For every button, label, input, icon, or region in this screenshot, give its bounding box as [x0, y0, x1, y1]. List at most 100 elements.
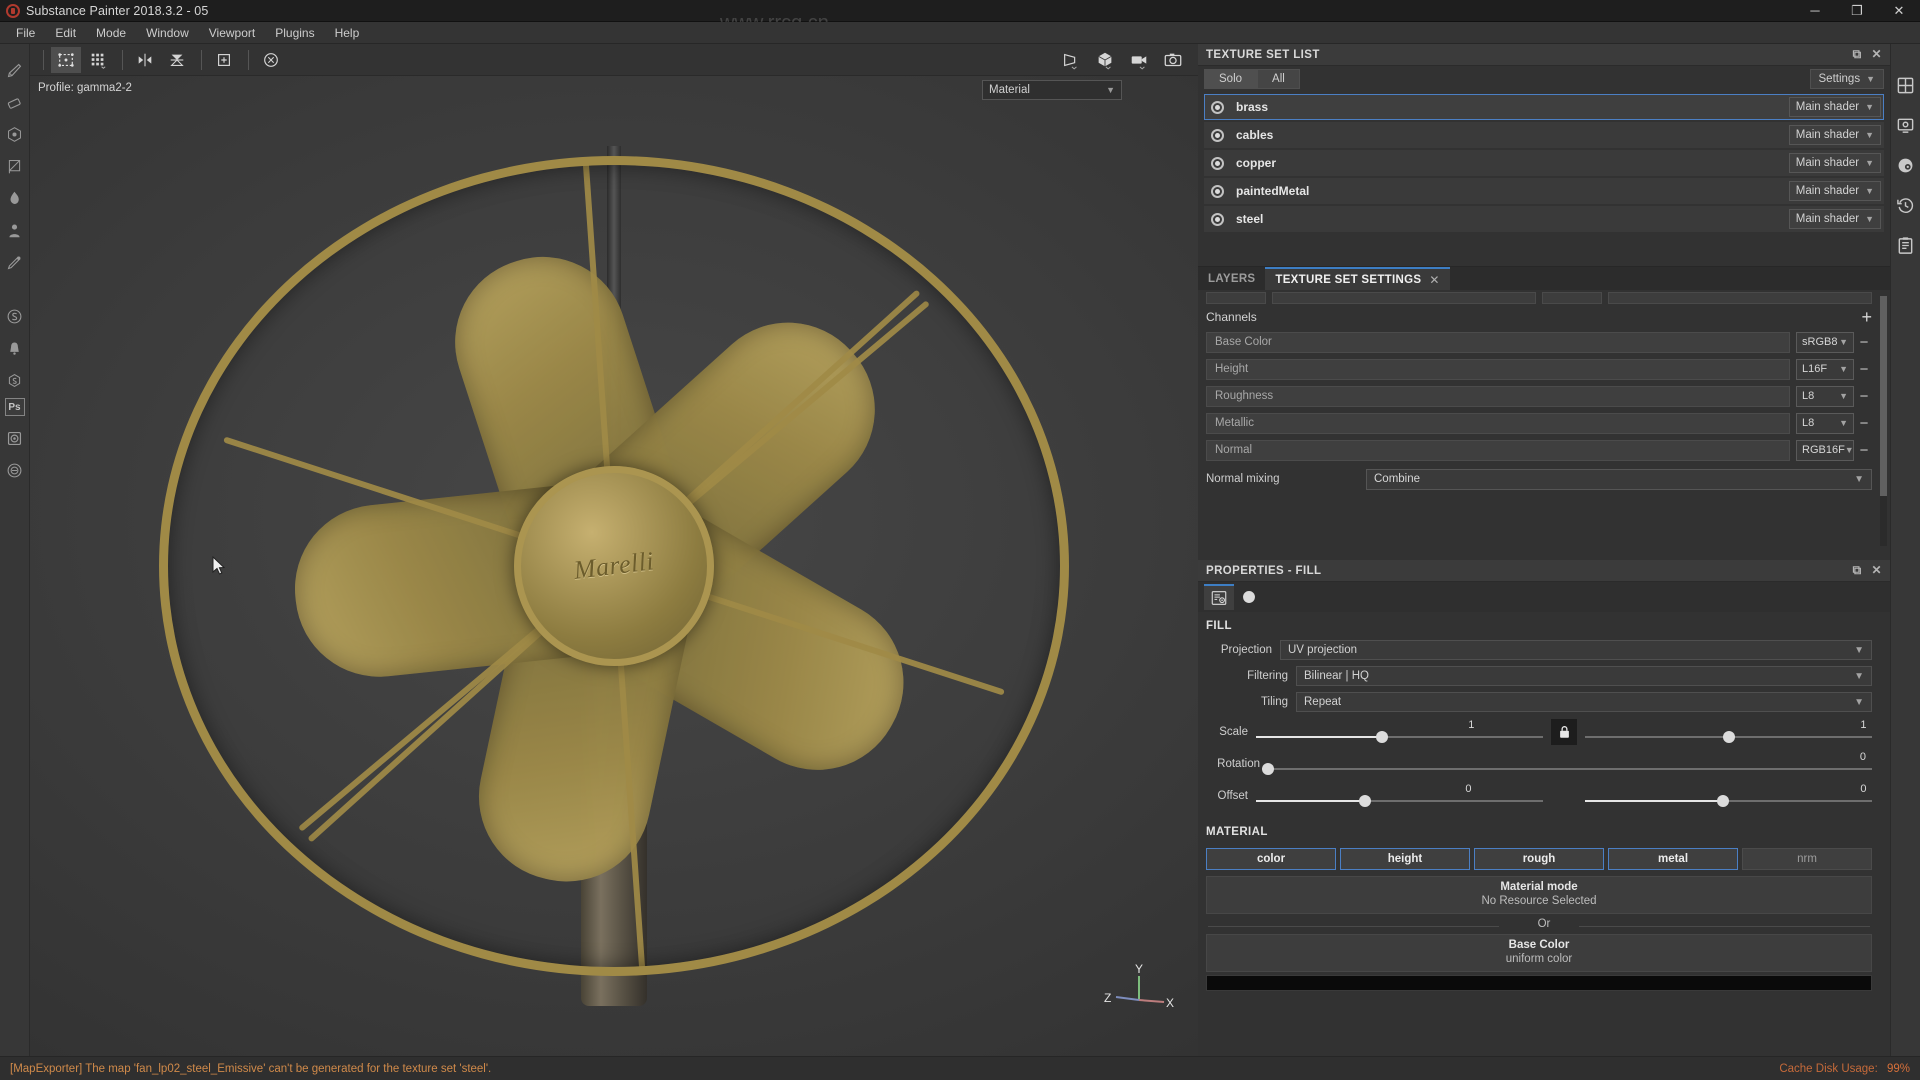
- table-row[interactable]: copper Main shader ▼: [1204, 150, 1884, 176]
- scale-lock-button[interactable]: [1551, 719, 1577, 745]
- table-row[interactable]: brass Main shader ▼: [1204, 94, 1884, 120]
- texture-set-settings-dropdown[interactable]: Settings ▼: [1809, 69, 1884, 89]
- chip-color[interactable]: color: [1206, 848, 1336, 870]
- remove-channel-button[interactable]: −: [1854, 361, 1874, 378]
- material-mode-dropzone[interactable]: Material mode No Resource Selected: [1206, 876, 1872, 914]
- maximize-button[interactable]: ❐: [1836, 0, 1878, 22]
- table-row[interactable]: paintedMetal Main shader ▼: [1204, 178, 1884, 204]
- normal-mixing-dropdown[interactable]: Combine ▼: [1366, 468, 1872, 490]
- chip-nrm[interactable]: nrm: [1742, 848, 1872, 870]
- size-field-clipped[interactable]: [1272, 292, 1536, 304]
- material-grid-toggle[interactable]: [83, 47, 113, 73]
- channel-format-dropdown[interactable]: L8 ▼: [1796, 385, 1854, 407]
- channel-name[interactable]: Roughness: [1206, 385, 1790, 407]
- size-lock-clipped[interactable]: [1542, 292, 1602, 304]
- notification-bell-icon[interactable]: [2, 334, 28, 362]
- camera-rotation-icon[interactable]: [1124, 47, 1154, 73]
- scale-slider-v[interactable]: 1: [1585, 719, 1872, 745]
- menu-file[interactable]: File: [6, 23, 45, 43]
- float-panel-icon[interactable]: ⧉: [1853, 47, 1862, 62]
- camera-focus-button[interactable]: [209, 47, 239, 73]
- chip-height[interactable]: height: [1340, 848, 1470, 870]
- table-row[interactable]: steel Main shader ▼: [1204, 206, 1884, 232]
- tab-texture-set-settings[interactable]: TEXTURE SET SETTINGS ✕: [1265, 267, 1450, 290]
- slider-knob[interactable]: [1359, 795, 1372, 807]
- remove-channel-button[interactable]: −: [1854, 415, 1874, 432]
- close-icon[interactable]: ✕: [1872, 563, 1882, 578]
- size-field2-clipped[interactable]: [1608, 292, 1872, 304]
- menu-help[interactable]: Help: [325, 23, 370, 43]
- scale-slider-u[interactable]: 1: [1256, 719, 1543, 745]
- log-panel-icon[interactable]: [1894, 230, 1918, 260]
- shelf-panel-icon[interactable]: [1894, 70, 1918, 100]
- slider-knob[interactable]: [1722, 731, 1735, 743]
- paint-brush-tool-icon[interactable]: [2, 56, 28, 84]
- solo-button[interactable]: Solo: [1204, 69, 1258, 89]
- offset-slider-u[interactable]: 0: [1256, 783, 1543, 809]
- history-panel-icon[interactable]: [1894, 190, 1918, 220]
- viewport-material-dropdown[interactable]: Material ▼: [982, 80, 1122, 100]
- material-preview-tab[interactable]: [1234, 584, 1264, 610]
- photoshop-link-icon[interactable]: Ps: [4, 398, 25, 416]
- filtering-dropdown[interactable]: Bilinear | HQ ▼: [1296, 666, 1872, 686]
- substance-share-icon[interactable]: [2, 366, 28, 394]
- scrollbar[interactable]: [1880, 296, 1887, 546]
- clone-tool-icon[interactable]: [2, 216, 28, 244]
- symmetry-toggle[interactable]: [130, 47, 160, 73]
- visibility-radio-icon[interactable]: [1211, 128, 1224, 142]
- channel-name[interactable]: Metallic: [1206, 412, 1790, 434]
- tiling-dropdown[interactable]: Repeat ▼: [1296, 692, 1872, 712]
- all-button[interactable]: All: [1257, 69, 1300, 89]
- shader-dropdown[interactable]: Main shader ▼: [1788, 209, 1881, 229]
- minimize-button[interactable]: ─: [1794, 0, 1836, 22]
- eraser-tool-icon[interactable]: [2, 88, 28, 116]
- projection-dropdown[interactable]: UV projection ▼: [1280, 640, 1872, 660]
- remove-channel-button[interactable]: −: [1854, 334, 1874, 351]
- symmetry-plane-toggle[interactable]: [162, 47, 192, 73]
- screenshot-icon[interactable]: [1158, 47, 1188, 73]
- display-settings-panel-icon[interactable]: [1894, 110, 1918, 140]
- shader-dropdown[interactable]: Main shader ▼: [1788, 97, 1881, 117]
- offset-slider-v[interactable]: 0: [1585, 783, 1872, 809]
- material-picker-tool-icon[interactable]: [2, 248, 28, 276]
- add-channel-button[interactable]: +: [1861, 308, 1872, 326]
- menu-viewport[interactable]: Viewport: [199, 23, 265, 43]
- 3d-viewport[interactable]: Profile: gamma2-2 Material ▼ Marelli Y X…: [30, 76, 1198, 1056]
- remove-channel-button[interactable]: −: [1854, 388, 1874, 405]
- projection-tool-icon[interactable]: [2, 120, 28, 148]
- menu-plugins[interactable]: Plugins: [265, 23, 324, 43]
- reset-camera-button[interactable]: [256, 47, 286, 73]
- shader-dropdown[interactable]: Main shader ▼: [1788, 125, 1881, 145]
- viewer-mode-icon[interactable]: [1090, 47, 1120, 73]
- slider-knob[interactable]: [1716, 795, 1729, 807]
- tab-layers[interactable]: LAYERS: [1198, 267, 1265, 290]
- base-color-swatch[interactable]: [1206, 975, 1872, 991]
- channel-format-dropdown[interactable]: L16F ▼: [1796, 358, 1854, 380]
- slider-knob[interactable]: [1376, 731, 1389, 743]
- base-color-dropzone[interactable]: Base Color uniform color: [1206, 934, 1872, 972]
- close-icon[interactable]: ✕: [1872, 47, 1882, 62]
- shader-dropdown[interactable]: Main shader ▼: [1788, 153, 1881, 173]
- float-panel-icon[interactable]: ⧉: [1853, 563, 1862, 578]
- quixel-bridge-icon[interactable]: [2, 424, 28, 452]
- visibility-radio-icon[interactable]: [1211, 184, 1224, 198]
- fill-properties-tab[interactable]: [1204, 584, 1234, 610]
- channel-name[interactable]: Base Color: [1206, 331, 1790, 353]
- slider-knob[interactable]: [1262, 763, 1274, 775]
- channel-name[interactable]: Height: [1206, 358, 1790, 380]
- display-settings-icon[interactable]: [1056, 47, 1086, 73]
- scrollbar-thumb[interactable]: [1880, 296, 1887, 496]
- table-row[interactable]: cables Main shader ▼: [1204, 122, 1884, 148]
- uv-reprojection-toggle[interactable]: [51, 46, 81, 73]
- channel-name[interactable]: Normal: [1206, 439, 1790, 461]
- visibility-radio-icon[interactable]: [1211, 100, 1224, 114]
- remove-channel-button[interactable]: −: [1854, 442, 1874, 459]
- close-button[interactable]: ✕: [1878, 0, 1920, 22]
- rotation-slider[interactable]: 0: [1262, 751, 1872, 777]
- substance-alchemist-icon[interactable]: [2, 456, 28, 484]
- menu-edit[interactable]: Edit: [45, 23, 86, 43]
- shader-dropdown[interactable]: Main shader ▼: [1788, 181, 1881, 201]
- visibility-radio-icon[interactable]: [1211, 156, 1224, 170]
- chip-metal[interactable]: metal: [1608, 848, 1738, 870]
- channel-format-dropdown[interactable]: sRGB8 ▼: [1796, 331, 1854, 353]
